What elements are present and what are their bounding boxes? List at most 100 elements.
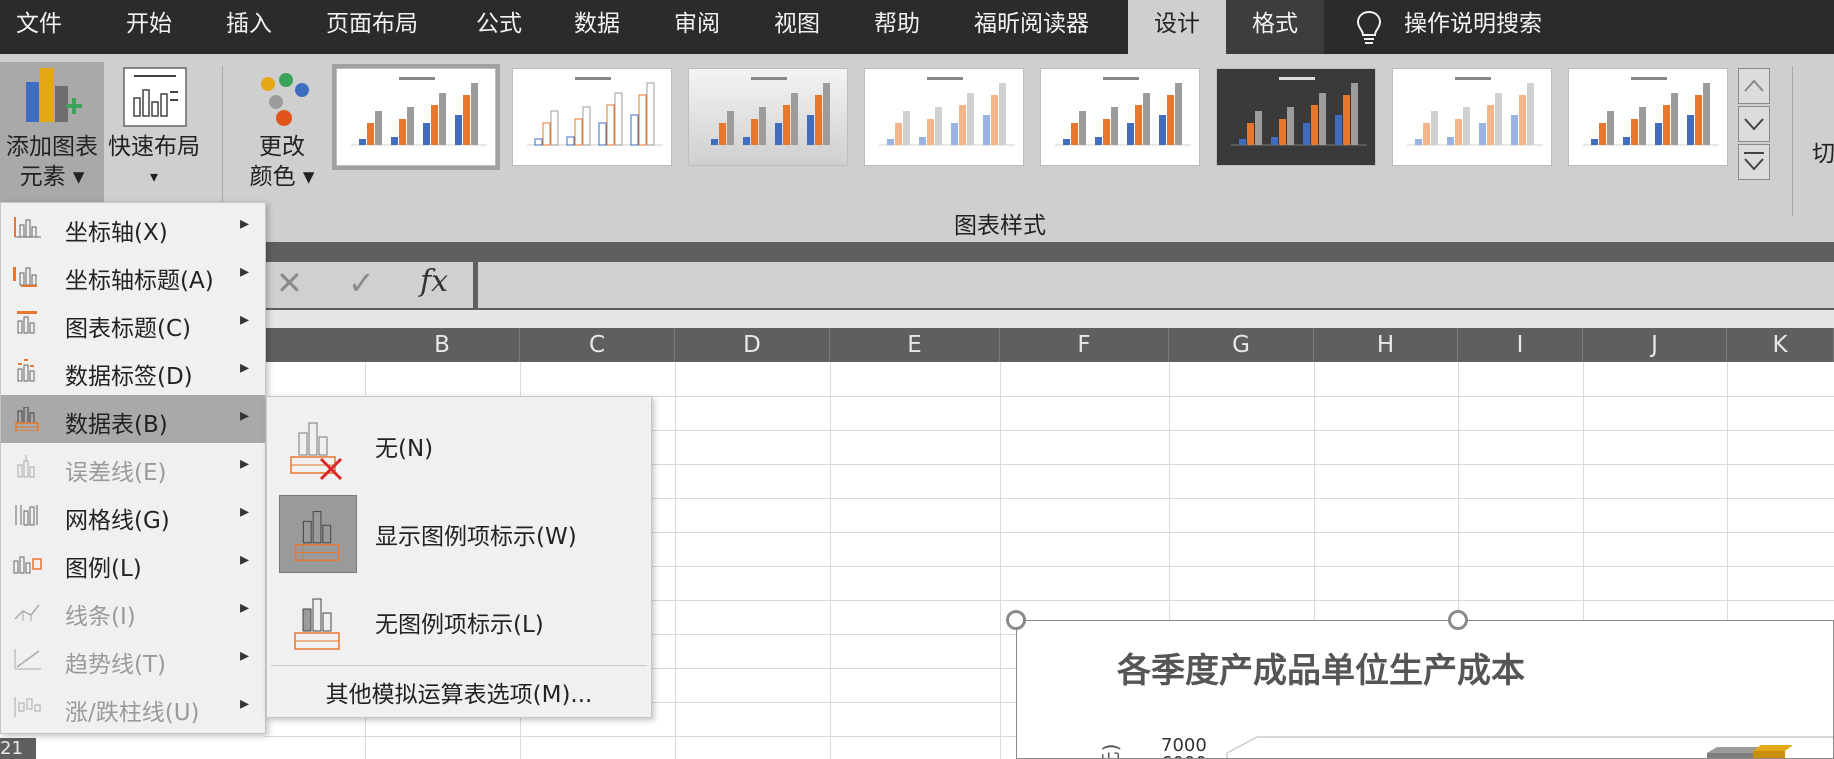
chart-styles-gallery xyxy=(328,64,1736,178)
chart-style-5[interactable] xyxy=(1040,68,1200,166)
thumbnail-bar xyxy=(1071,123,1078,145)
menu-item-axis-titles[interactable]: 坐标轴标题(A) ▸ xyxy=(1,251,265,299)
y-axis-tick: 6000 xyxy=(1161,753,1207,758)
chart-style-4[interactable] xyxy=(864,68,1024,166)
menu-item-error-bars[interactable]: 误差线(E) ▸ xyxy=(1,443,265,491)
cancel-icon[interactable]: ✕ xyxy=(276,264,303,302)
column-header-c[interactable]: C xyxy=(520,328,675,362)
menu-item-axes[interactable]: 坐标轴(X) ▸ xyxy=(1,203,265,251)
column-header-b[interactable]: B xyxy=(365,328,520,362)
tab-view[interactable]: 视图 xyxy=(774,0,820,54)
menu-item-label: 图表标题(C) xyxy=(65,316,192,342)
thumbnail-bar xyxy=(1271,137,1278,145)
change-colors-button[interactable]: 更改 颜色 ▾ xyxy=(240,62,324,204)
thumbnail-bar xyxy=(1511,115,1518,145)
thumbnail-bar xyxy=(423,123,430,145)
menu-item-trendline[interactable]: 趋势线(T) ▸ xyxy=(1,635,265,683)
column-header-d[interactable]: D xyxy=(675,328,830,362)
tab-format[interactable]: 格式 xyxy=(1226,0,1324,54)
thumbnail-bar xyxy=(807,115,814,145)
chart-style-1[interactable] xyxy=(332,64,500,170)
insert-function-icon[interactable]: fx xyxy=(420,264,448,299)
thumbnail-bar xyxy=(1607,111,1614,145)
tell-me-search[interactable]: 操作说明搜索 xyxy=(1404,0,1542,54)
formula-input[interactable] xyxy=(478,262,1834,308)
thumbnail-title xyxy=(751,77,787,80)
menu-item-legend[interactable]: 图例(L) ▸ xyxy=(1,539,265,587)
more-data-table-options[interactable]: 其他模拟运算表选项(M)... xyxy=(267,675,651,709)
gallery-scroll-up-button[interactable] xyxy=(1738,68,1770,104)
thumbnail-bar xyxy=(1479,123,1486,145)
menu-item-lines[interactable]: 线条(I) ▸ xyxy=(1,587,265,635)
thumbnail-bar xyxy=(1519,95,1526,145)
resize-handle-top-middle[interactable] xyxy=(1448,610,1468,630)
menu-item-gridlines[interactable]: 网格线(G) ▸ xyxy=(1,491,265,539)
column-header-g[interactable]: G xyxy=(1169,328,1314,362)
chart-style-6[interactable] xyxy=(1216,68,1376,166)
thumbnail-bar xyxy=(1663,105,1670,145)
submenu-arrow-icon: ▸ xyxy=(239,357,249,378)
switch-row-column-label[interactable]: 切 xyxy=(1812,134,1834,168)
menu-item-chart-title[interactable]: 图表标题(C) ▸ xyxy=(1,299,265,347)
axis-titles-icon xyxy=(13,267,37,287)
thumbnail-bar xyxy=(991,95,998,145)
add-chart-element-label-2: 元素 ▾ xyxy=(19,164,85,190)
thumbnail-bar xyxy=(542,122,551,146)
tab-design[interactable]: 设计 xyxy=(1128,0,1226,54)
menu-item-label: 坐标轴(X) xyxy=(65,220,168,246)
column-header-k[interactable]: K xyxy=(1727,328,1834,362)
menu-item-data-table[interactable]: 数据表(B) ▸ xyxy=(1,395,265,443)
palette-icon xyxy=(240,62,324,132)
tab-help[interactable]: 帮助 xyxy=(874,0,920,54)
tab-home[interactable]: 开始 xyxy=(126,0,172,54)
tab-insert[interactable]: 插入 xyxy=(226,0,272,54)
thumbnail-bar xyxy=(967,93,974,145)
chart-object[interactable]: 各季度产成品单位生产成本 7000 6000 元) xyxy=(1016,620,1834,759)
data-table-with-legend-keys-option[interactable]: 显示图例项标示(W) xyxy=(271,491,647,573)
tab-data[interactable]: 数据 xyxy=(574,0,620,54)
thumbnail-bar xyxy=(983,115,990,145)
data-table-legend-keys-icon xyxy=(279,495,357,573)
thumbnail-bar xyxy=(1143,93,1150,145)
data-table-no-legend-keys-icon xyxy=(294,598,340,650)
submenu-arrow-icon: ▸ xyxy=(239,261,249,282)
enter-icon[interactable]: ✓ xyxy=(348,264,375,302)
thumbnail-title xyxy=(575,77,611,80)
gallery-scroll-down-button[interactable] xyxy=(1738,106,1770,142)
chart-style-3[interactable] xyxy=(688,68,848,166)
row-header-21[interactable]: 21 xyxy=(0,738,36,759)
thumbnail-bar xyxy=(887,139,894,145)
thumbnail-bar xyxy=(399,119,406,145)
ribbon-separator xyxy=(222,66,223,216)
add-chart-element-button[interactable]: 添加图表 元素 ▾ xyxy=(0,62,104,204)
gallery-more-button[interactable] xyxy=(1738,144,1770,180)
thumbnail-title xyxy=(399,77,435,80)
resize-handle-top-left[interactable] xyxy=(1006,610,1026,630)
add-chart-element-menu: 坐标轴(X) ▸ 坐标轴标题(A) ▸ 图表标题(C) ▸ 数据标签(D) ▸ … xyxy=(0,202,266,734)
tab-foxit[interactable]: 福昕阅读器 xyxy=(974,0,1089,54)
data-table-none-option[interactable]: 无(N) xyxy=(271,403,647,485)
quick-layout-button[interactable]: 快速布局 ▾ xyxy=(104,62,204,204)
column-header-j[interactable]: J xyxy=(1583,328,1727,362)
column-header-i[interactable]: I xyxy=(1458,328,1583,362)
add-chart-element-label-1: 添加图表 xyxy=(6,134,98,160)
chart-style-2[interactable] xyxy=(512,68,672,166)
thumbnail-bar xyxy=(534,138,543,146)
menu-item-data-labels[interactable]: 数据标签(D) ▸ xyxy=(1,347,265,395)
thumbnail-bar xyxy=(1447,137,1454,145)
tab-formulas[interactable]: 公式 xyxy=(476,0,522,54)
data-table-no-legend-keys-option[interactable]: 无图例项标示(L) xyxy=(271,579,647,661)
menu-item-up-down-bars[interactable]: 涨/跌柱线(U) ▸ xyxy=(1,683,265,731)
menu-item-label: 坐标轴标题(A) xyxy=(65,268,214,294)
tab-page-layout[interactable]: 页面布局 xyxy=(326,0,418,54)
chart-style-7[interactable] xyxy=(1392,68,1552,166)
thumbnail-bar xyxy=(1351,83,1358,145)
tab-review[interactable]: 审阅 xyxy=(674,0,720,54)
column-header-h[interactable]: H xyxy=(1314,328,1458,362)
submenu-arrow-icon: ▸ xyxy=(239,693,249,714)
column-header-e[interactable]: E xyxy=(830,328,1000,362)
column-header-f[interactable]: F xyxy=(1000,328,1169,362)
thumbnail-bar xyxy=(471,83,478,145)
chart-style-8[interactable] xyxy=(1568,68,1728,166)
tab-file[interactable]: 文件 xyxy=(16,0,62,54)
